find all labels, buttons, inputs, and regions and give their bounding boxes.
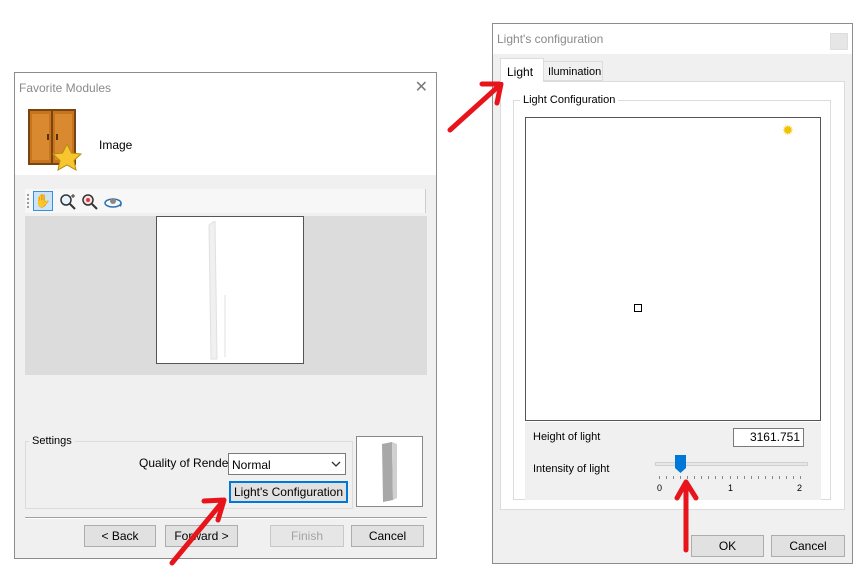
arrow-to-light-tab <box>447 81 504 133</box>
annotation-arrows <box>169 81 699 566</box>
tab-light-label: Light <box>507 65 534 79</box>
tab-light[interactable]: Light <box>500 58 544 82</box>
arrow-to-light-config-button <box>169 497 227 566</box>
arrow-to-intensity-slider <box>674 479 699 553</box>
